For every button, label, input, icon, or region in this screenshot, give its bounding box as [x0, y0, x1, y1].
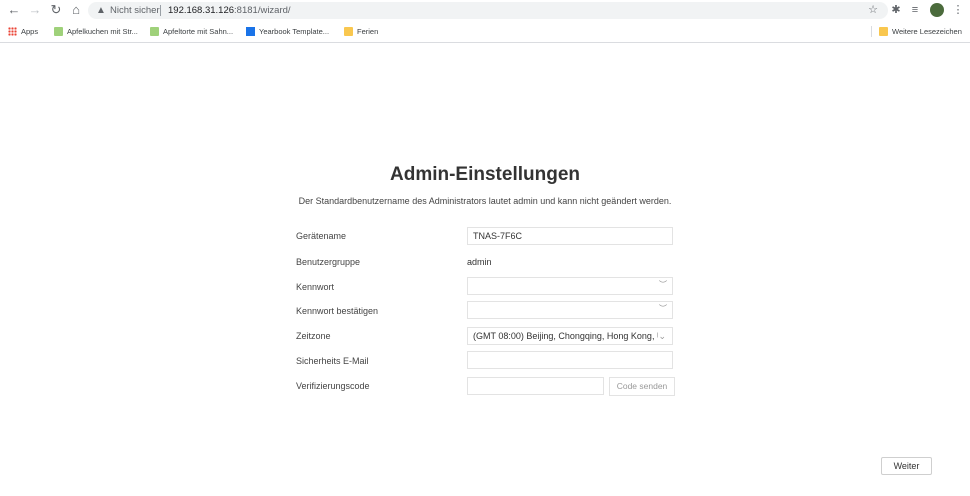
security-email-input[interactable]	[467, 351, 673, 369]
page-title: Admin-Einstellungen	[390, 164, 580, 185]
bookmark-label: Weitere Lesezeichen	[892, 27, 962, 36]
device-name-input[interactable]: TNAS-7F6C	[467, 227, 673, 245]
menu-icon[interactable]: ⋮	[951, 2, 965, 18]
timezone-select[interactable]: (GMT 08:00) Beijing, Chongqing, Hong Kon…	[467, 327, 673, 345]
password-label: Kennwort	[296, 282, 335, 292]
chevron-down-icon: ⌄	[658, 331, 666, 341]
yearbook-icon	[246, 26, 255, 36]
security-email-label: Sicherheits E-Mail	[296, 356, 369, 366]
reload-icon[interactable]: ↻	[48, 2, 64, 18]
bookmark-apfelkuchen[interactable]: Apfelkuchen mit Str...	[54, 21, 138, 42]
timezone-value: (GMT 08:00) Beijing, Chongqing, Hong Kon…	[473, 331, 658, 341]
back-icon[interactable]: ←	[6, 2, 22, 18]
eye-closed-icon[interactable]: ︶	[659, 302, 667, 316]
bookmarks-divider	[871, 26, 872, 37]
bookmark-yearbook[interactable]: Yearbook Template...	[246, 21, 329, 42]
folder-icon	[879, 26, 888, 36]
eye-closed-icon[interactable]: ︶	[659, 278, 667, 292]
user-group-value: admin	[467, 257, 492, 267]
user-group-label: Benutzergruppe	[296, 257, 361, 267]
send-code-button[interactable]: Code senden	[609, 377, 675, 396]
device-name-label: Gerätename	[296, 231, 347, 241]
url-host: 192.168.31.126	[168, 5, 235, 16]
bookmark-apps[interactable]: Apps	[8, 21, 38, 42]
extensions-icon[interactable]: ✱	[889, 2, 903, 18]
bookmarks-bar: Apps Apfelkuchen mit Str... Apfeltorte m…	[0, 21, 970, 43]
bookmark-ferien[interactable]: Ferien	[344, 21, 378, 42]
next-button[interactable]: Weiter	[881, 457, 932, 475]
bookmark-label: Ferien	[357, 27, 379, 36]
page-icon	[54, 26, 63, 36]
folder-icon	[344, 26, 353, 36]
security-label: Nicht sicher	[110, 5, 160, 16]
bookmark-label: Apfeltorte mit Sahn...	[163, 27, 234, 36]
verification-code-label: Verifizierungscode	[296, 381, 370, 391]
home-icon[interactable]: ⌂	[68, 2, 84, 18]
bookmark-other[interactable]: Weitere Lesezeichen	[879, 21, 962, 42]
password-confirm-label: Kennwort bestätigen	[296, 306, 379, 316]
browser-toolbar: ← → ↻ ⌂ ▲ Nicht sicher 192.168.31.126:81…	[0, 0, 970, 21]
password-confirm-input[interactable]: ︶	[467, 301, 673, 319]
bookmark-star-icon[interactable]: ☆	[866, 2, 880, 18]
address-separator	[160, 5, 161, 16]
bookmark-label: Yearbook Template...	[259, 27, 330, 36]
page-icon	[150, 26, 159, 36]
verification-code-input[interactable]	[467, 377, 604, 395]
url-text: 192.168.31.126:8181/wizard/	[168, 2, 291, 19]
url-path: :8181/wizard/	[234, 5, 291, 16]
address-bar[interactable]: ▲ Nicht sicher 192.168.31.126:8181/wizar…	[88, 2, 888, 19]
profile-avatar[interactable]	[930, 3, 944, 17]
forward-icon[interactable]: →	[27, 2, 43, 18]
bookmark-apfeltorte[interactable]: Apfeltorte mit Sahn...	[150, 21, 233, 42]
bookmark-label: Apfelkuchen mit Str...	[67, 27, 138, 36]
timezone-label: Zeitzone	[296, 331, 331, 341]
page-subtitle: Der Standardbenutzername des Administrat…	[298, 196, 672, 206]
warning-icon: ▲	[96, 5, 106, 16]
apps-grid-icon	[8, 26, 17, 36]
bookmark-label: Apps	[21, 27, 39, 36]
media-queue-icon[interactable]: ≡	[908, 2, 922, 18]
password-input[interactable]: ︶	[467, 277, 673, 295]
